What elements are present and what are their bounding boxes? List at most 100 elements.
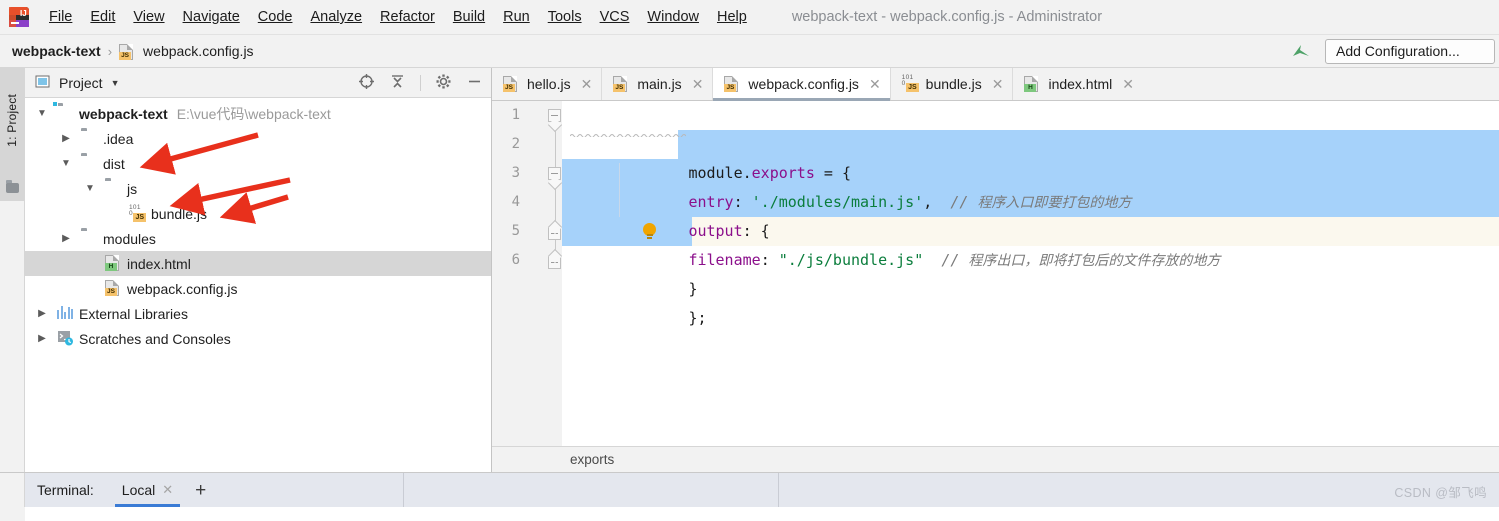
tree-row[interactable]: ▼ js <box>25 176 491 201</box>
collapse-all-icon[interactable] <box>389 73 406 93</box>
menu-item-view-label: View <box>133 9 165 25</box>
close-icon[interactable]: ✕ <box>1122 76 1134 93</box>
tree-row[interactable]: ▼ webpack-text E:\vue代码\webpack-text <box>25 101 491 126</box>
breadcrumb-file[interactable]: JS webpack.config.js <box>119 43 254 60</box>
gear-icon[interactable] <box>435 73 452 93</box>
tree-row[interactable]: 101 0 JS bundle.js <box>25 201 491 226</box>
menu-item-tools[interactable]: Tools <box>539 7 591 27</box>
menu-item-edit[interactable]: Edit <box>81 7 124 27</box>
tree-row[interactable]: H index.html <box>25 251 491 276</box>
tree-row[interactable]: ▶ .idea <box>25 126 491 151</box>
fold-region-icon[interactable] <box>548 109 561 122</box>
menu-item-analyze[interactable]: Analyze <box>301 7 371 27</box>
line-number: 5 <box>511 223 520 239</box>
editor-tab-hello-js[interactable]: JS hello.js ✕ <box>492 68 603 100</box>
chevron-down-icon[interactable]: ▼ <box>58 158 74 169</box>
editor-tab-bundle-js[interactable]: 101 0 JS bundle.js ✕ <box>890 68 1014 100</box>
menu-item-refactor-label: Refactor <box>380 9 435 25</box>
fold-region-end-icon[interactable] <box>548 256 561 269</box>
close-icon[interactable]: ✕ <box>992 76 1004 93</box>
close-icon[interactable]: ✕ <box>692 76 704 93</box>
code-line: output: { <box>562 159 1499 240</box>
tree-item-label: webpack-text <box>79 105 168 122</box>
tree-item-label: webpack.config.js <box>127 280 238 297</box>
chevron-down-icon[interactable]: ▼ <box>82 183 98 194</box>
code-folding-column[interactable] <box>548 101 562 446</box>
editor-tab-label: index.html <box>1048 76 1113 92</box>
chevron-right-icon[interactable]: ▶ <box>58 233 74 244</box>
project-window-icon <box>35 74 52 91</box>
tree-item-path: E:\vue代码\webpack-text <box>176 105 331 122</box>
terminal-output[interactable] <box>0 507 1499 521</box>
folder-icon <box>105 180 122 197</box>
menu-item-window[interactable]: Window <box>638 7 708 27</box>
scratches-icon <box>57 330 74 347</box>
editor-tab-label: bundle.js <box>925 76 982 92</box>
menu-item-file-label: File <box>49 9 73 25</box>
terminal-tab-local[interactable]: Local ✕ <box>112 473 183 507</box>
navigation-bar: webpack-text › JS webpack.config.js Add … <box>0 35 1499 68</box>
breadcrumb-file-label: webpack.config.js <box>143 43 254 59</box>
breadcrumb-project[interactable]: webpack-text <box>12 43 101 59</box>
tree-row[interactable]: ▼ dist <box>25 151 491 176</box>
ide-window: IJ File Edit View Navigate Code Analyze … <box>0 0 1499 521</box>
code-token: }; <box>688 309 707 327</box>
project-tool-window: Project ▼ ▼ webpack-text E:\vue代码\webpac… <box>25 68 492 472</box>
main-body: 1: Project Project ▼ ▼ webpack-text E:\v… <box>0 68 1499 472</box>
locate-icon[interactable] <box>358 73 375 93</box>
editor-gutter[interactable]: 1 2 3 4 5 6 <box>492 101 562 446</box>
editor-tab-webpack-config-js[interactable]: JS webpack.config.js ✕ <box>713 68 891 101</box>
close-icon[interactable]: ✕ <box>581 76 593 93</box>
breadcrumb-separator-icon: › <box>107 43 113 59</box>
run-arrow-icon[interactable] <box>1289 40 1315 62</box>
bottom-tool-window-bar: Terminal: Local ✕ + CSDN @邹飞鸣 <box>0 472 1499 507</box>
module-folder-icon <box>52 101 74 122</box>
code-line: } <box>562 217 1499 298</box>
line-number: 6 <box>511 252 520 268</box>
menu-item-code[interactable]: Code <box>249 7 302 27</box>
menu-item-run[interactable]: Run <box>494 7 539 27</box>
close-icon[interactable]: ✕ <box>162 482 173 498</box>
svg-text:IJ: IJ <box>20 9 27 18</box>
project-tree[interactable]: ▼ webpack-text E:\vue代码\webpack-text ▶ .… <box>25 98 491 472</box>
plus-icon[interactable]: + <box>195 481 206 500</box>
bottom-left-spacer <box>0 473 25 507</box>
minimize-icon[interactable] <box>466 73 483 93</box>
code-editor[interactable]: 1 2 3 4 5 6 module.exports = {entry: '.… <box>492 101 1499 446</box>
editor-breadcrumb-label[interactable]: exports <box>570 452 614 467</box>
menu-item-view[interactable]: View <box>124 7 173 27</box>
structure-folder-icon[interactable] <box>0 173 25 201</box>
add-configuration-button[interactable]: Add Configuration... <box>1325 38 1495 64</box>
tree-row[interactable]: ▶ modules <box>25 226 491 251</box>
chevron-down-icon[interactable]: ▼ <box>111 78 120 88</box>
menu-item-code-label: Code <box>257 9 293 25</box>
tool-window-button-project[interactable]: 1: Project <box>0 68 25 173</box>
menu-item-build[interactable]: Build <box>444 7 494 27</box>
html-file-icon: H <box>105 255 122 272</box>
add-configuration-label: Add Configuration... <box>1336 43 1460 59</box>
menu-item-navigate[interactable]: Navigate <box>174 7 249 27</box>
editor-tab-label: hello.js <box>527 76 571 92</box>
menu-item-refactor[interactable]: Refactor <box>371 7 444 27</box>
chevron-right-icon[interactable]: ▶ <box>34 333 50 344</box>
chevron-right-icon[interactable]: ▶ <box>34 308 50 319</box>
bundled-js-file-icon: 101 0 JS <box>901 74 919 92</box>
toolbar-divider <box>420 74 421 91</box>
menu-item-help[interactable]: Help <box>708 7 756 27</box>
editor-tab-index-html[interactable]: H index.html ✕ <box>1013 68 1143 100</box>
terminal-tab-label: Local <box>121 482 156 498</box>
menu-item-file[interactable]: File <box>40 7 81 27</box>
chevron-right-icon[interactable]: ▶ <box>58 133 74 144</box>
close-icon[interactable]: ✕ <box>869 76 881 93</box>
fold-region-end-icon[interactable] <box>548 227 561 240</box>
tree-row[interactable]: JS webpack.config.js <box>25 276 491 301</box>
chevron-down-icon[interactable]: ▼ <box>34 108 50 119</box>
code-line: filename: "./js/bundle.js" // 程序出口，即将打包后… <box>562 188 1499 269</box>
tree-row[interactable]: ▶ External Libraries <box>25 301 491 326</box>
code-text-area[interactable]: module.exports = { entry: './modules/mai… <box>562 101 1499 446</box>
tool-window-button-project-label: 1: Project <box>5 94 19 147</box>
editor-tab-main-js[interactable]: JS main.js ✕ <box>602 68 714 100</box>
menu-item-vcs[interactable]: VCS <box>591 7 639 27</box>
tree-row[interactable]: ▶ Scratches and Consoles <box>25 326 491 351</box>
fold-region-icon[interactable] <box>548 167 561 180</box>
